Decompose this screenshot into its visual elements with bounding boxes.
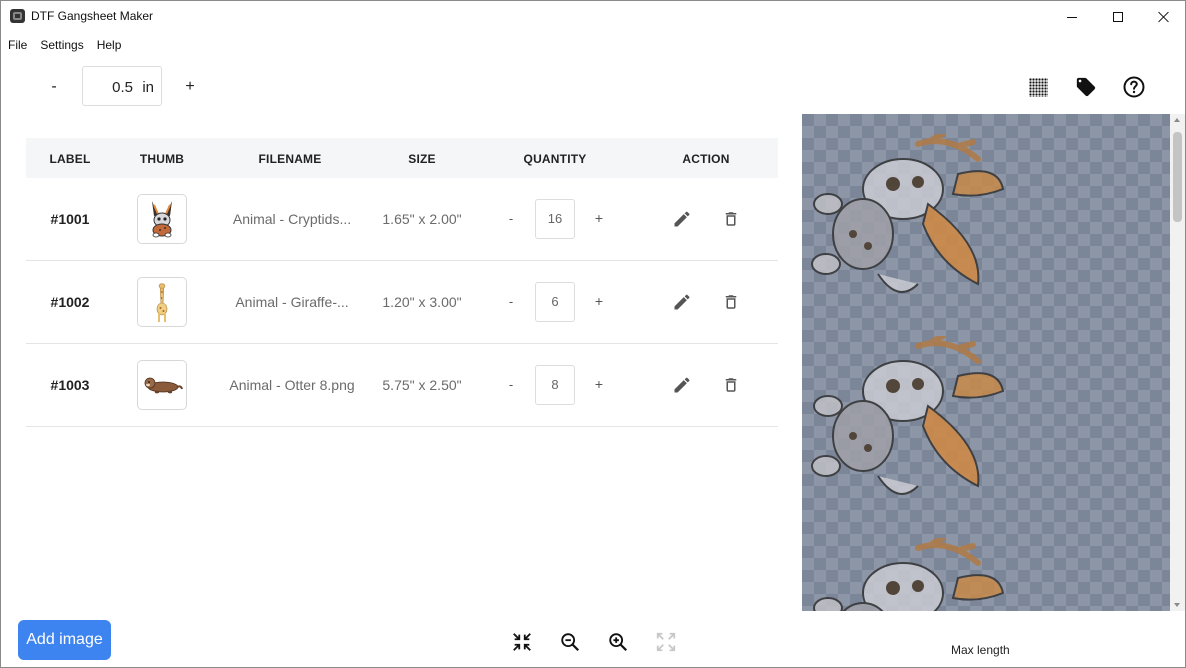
minimize-button[interactable]: [1049, 1, 1095, 33]
pencil-icon: [674, 294, 690, 310]
zoom-out-button[interactable]: [557, 629, 583, 655]
gangsheet-preview[interactable]: [802, 114, 1170, 611]
zoom-in-button[interactable]: [605, 629, 631, 655]
giraffe-thumb: [137, 277, 187, 327]
help-icon: [1123, 76, 1145, 98]
size-unit: in: [142, 79, 154, 96]
trash-icon: [725, 212, 737, 226]
delete-button[interactable]: [718, 372, 744, 398]
maximize-button[interactable]: [1095, 1, 1141, 33]
row-size: 1.20" x 3.00": [382, 294, 462, 310]
row-label: #1001: [50, 211, 90, 227]
tag-icon: [1076, 77, 1096, 97]
quantity-input[interactable]: 6: [535, 282, 575, 322]
quantity-increase-button[interactable]: +: [592, 293, 606, 309]
table-row: #1003 Animal - Otter 8.png 5.75" x 2.50"…: [26, 344, 778, 427]
quantity-increase-button[interactable]: +: [592, 376, 606, 392]
otter-thumb: [137, 360, 187, 410]
quantity-decrease-button[interactable]: -: [504, 211, 518, 226]
menu-file[interactable]: File: [1, 36, 33, 54]
row-label: #1003: [50, 377, 90, 393]
window-title: DTF Gangsheet Maker: [31, 9, 154, 23]
menu-help[interactable]: Help: [90, 36, 128, 54]
add-image-button[interactable]: Add image: [18, 620, 111, 660]
close-icon: [1158, 11, 1170, 23]
header-action: ACTION: [682, 152, 730, 166]
header-quantity: QUANTITY: [523, 152, 587, 166]
row-label: #1002: [50, 294, 90, 310]
zoom-in-icon: [609, 633, 628, 652]
header-size: SIZE: [408, 152, 436, 166]
table-row: #1001 Animal - Cryptids... 1.65" x 2.00"…: [26, 178, 778, 261]
row-filename: Animal - Otter 8.png: [229, 377, 355, 393]
menu-settings[interactable]: Settings: [33, 36, 89, 54]
zoom-out-icon: [561, 633, 580, 652]
fit-to-screen-button[interactable]: [509, 629, 535, 655]
max-length-label: Max length: [951, 643, 1010, 657]
jackalope-thumb: [137, 194, 187, 244]
grid-icon: [1028, 77, 1048, 97]
pencil-icon: [674, 377, 690, 393]
quantity-input[interactable]: 8: [535, 365, 575, 405]
trash-icon: [725, 295, 737, 309]
table-header: LABEL THUMB FILENAME SIZE QUANTITY ACTIO…: [26, 138, 778, 178]
header-filename: FILENAME: [258, 152, 322, 166]
edit-button[interactable]: [669, 289, 695, 315]
scrollbar-thumb[interactable]: [1173, 132, 1182, 222]
maximize-icon: [1113, 12, 1123, 22]
quantity-decrease-button[interactable]: -: [504, 377, 518, 392]
header-thumb: THUMB: [139, 152, 185, 166]
pencil-icon: [674, 211, 690, 227]
expand-icon: [656, 632, 676, 652]
collapse-icon: [513, 633, 531, 651]
row-size: 1.65" x 2.00": [382, 211, 462, 227]
menu-bar: File Settings Help: [1, 36, 127, 54]
close-button[interactable]: [1141, 1, 1186, 33]
size-increase-button[interactable]: +: [178, 73, 202, 101]
trash-icon: [725, 378, 737, 392]
scroll-down-icon[interactable]: [1174, 603, 1180, 607]
table-row: #1002 Animal - Giraffe-... 1.20" x 3.00"…: [26, 261, 778, 344]
jackalope-image: [811, 134, 1005, 293]
jackalope-image: [813, 538, 1005, 611]
header-label: LABEL: [49, 152, 91, 166]
jackalope-image: [811, 336, 1005, 495]
margin-size-input[interactable]: 0.5 in: [82, 66, 162, 106]
images-table: LABEL THUMB FILENAME SIZE QUANTITY ACTIO…: [26, 138, 778, 427]
app-window: DTF Gangsheet Maker File Settings Help -…: [0, 0, 1186, 668]
grid-button[interactable]: [1025, 74, 1051, 100]
preview-scrollbar[interactable]: [1170, 114, 1185, 611]
edit-button[interactable]: [669, 206, 695, 232]
delete-button[interactable]: [718, 289, 744, 315]
quantity-increase-button[interactable]: +: [592, 210, 606, 226]
edit-button[interactable]: [669, 372, 695, 398]
scroll-up-icon[interactable]: [1174, 118, 1180, 122]
delete-button[interactable]: [718, 206, 744, 232]
app-icon: [10, 9, 25, 23]
title-bar: DTF Gangsheet Maker: [1, 1, 1185, 33]
help-button[interactable]: [1121, 74, 1147, 100]
quantity-input[interactable]: 16: [535, 199, 575, 239]
size-value: 0.5: [112, 79, 133, 96]
row-filename: Animal - Giraffe-...: [235, 294, 349, 310]
row-filename: Animal - Cryptids...: [232, 211, 352, 227]
quantity-decrease-button[interactable]: -: [504, 294, 518, 309]
row-size: 5.75" x 2.50": [382, 377, 462, 393]
size-decrease-button[interactable]: -: [42, 73, 66, 101]
fullscreen-button[interactable]: [653, 629, 679, 655]
minimize-icon: [1067, 16, 1077, 18]
tag-button[interactable]: [1073, 74, 1099, 100]
